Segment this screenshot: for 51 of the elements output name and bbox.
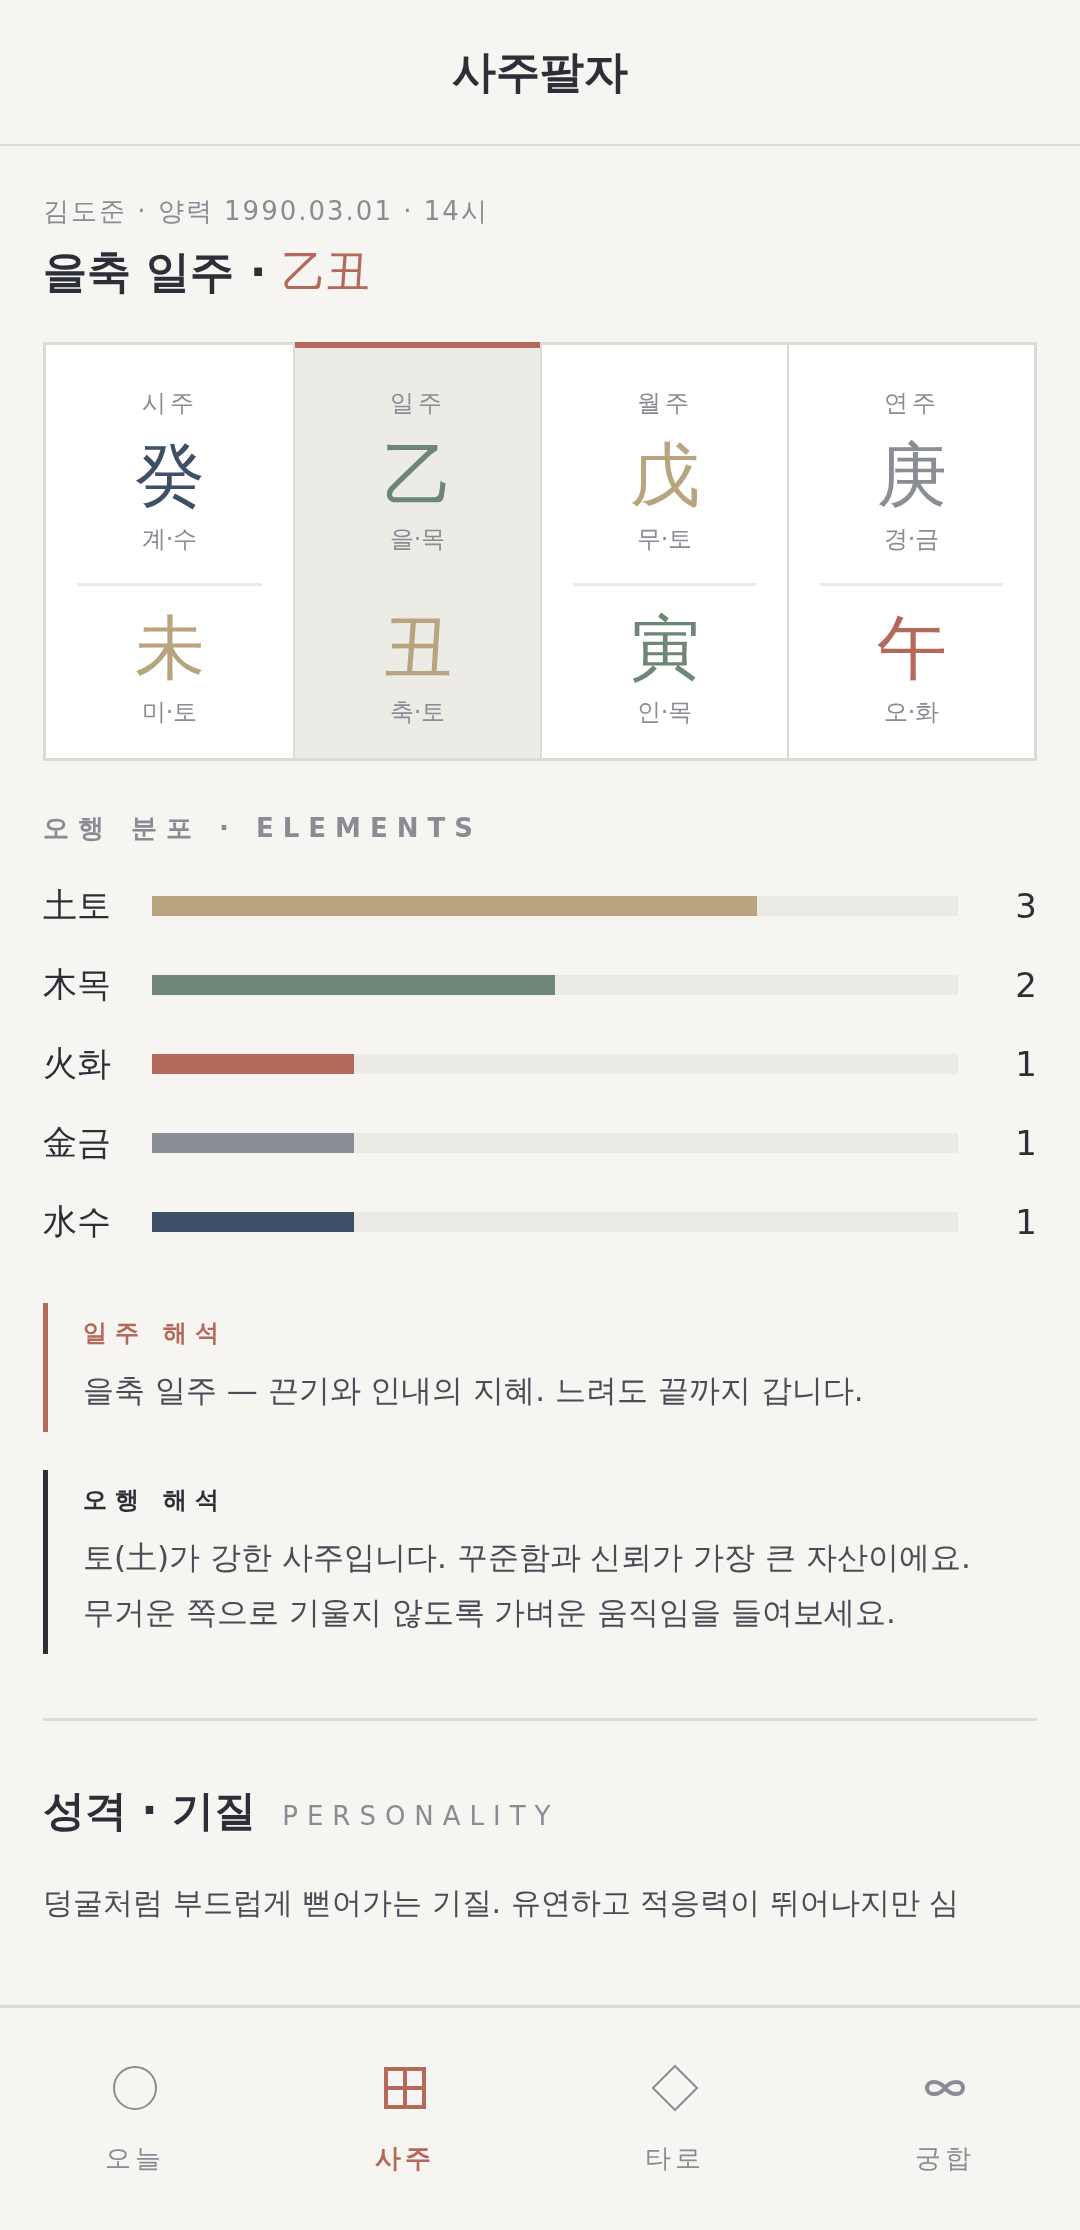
ilju-heading: 을축 일주 · 乙丑 (43, 245, 371, 299)
pillar-label: 월주 (636, 388, 693, 419)
element-name: 火화 (43, 1041, 112, 1085)
pillar-label: 시주 (141, 388, 198, 419)
hanja-character: 丑 (382, 614, 453, 684)
nav-tab[interactable]: 오늘 (0, 2008, 270, 2230)
circle-icon (110, 2063, 160, 2113)
element-name: 水수 (43, 1199, 112, 1243)
hanja-character: 未 (134, 614, 205, 684)
character-reading: 축·토 (389, 697, 446, 728)
pillar-column[interactable]: 시주 癸 계·수 未 미·토 (46, 345, 293, 758)
hanja-character: 庚 (876, 441, 947, 511)
profile-subtitle: 김도준 · 양력 1990.03.01 · 14시 (43, 195, 490, 228)
character-reading: 계·수 (141, 524, 198, 555)
element-count: 3 (1014, 885, 1037, 926)
nav-tab[interactable]: 궁합 (810, 2008, 1080, 2230)
personality-text: 덩굴처럼 부드럽게 뻗어가는 기질. 유연하고 적응력이 뛰어나지만 심 (43, 1884, 961, 1922)
element-name: 木목 (43, 962, 112, 1006)
diamond-icon (650, 2063, 700, 2113)
element-count: 1 (1014, 1043, 1037, 1084)
pillar-column[interactable]: 연주 庚 경·금 午 오·화 (787, 345, 1034, 758)
pillar-column[interactable]: 월주 戊 무·토 寅 인·목 (540, 345, 787, 758)
app-title: 사주팔자 (452, 44, 628, 99)
section-subtitle: PERSONALITY (282, 1801, 560, 1831)
section-label: 오행 분포 · ELEMENTS (43, 812, 483, 845)
hanja-character: 戊 (629, 441, 700, 511)
card-text: 을축 일주 — 끈기와 인내의 지혜. 느려도 끝까지 갑니다. (83, 1371, 865, 1410)
nav-tab[interactable]: 타로 (540, 2008, 810, 2230)
hanja-character: 癸 (134, 441, 205, 511)
nav-tab[interactable]: 사주 (270, 2008, 540, 2230)
character-reading: 경·금 (883, 524, 940, 555)
hanja-character: 午 (876, 614, 947, 684)
hanja-character: 寅 (629, 614, 700, 684)
hanja-character: 乙 (382, 441, 453, 511)
card-title: 오행 해석 (83, 1485, 229, 1516)
card-title: 일주 해석 (83, 1318, 229, 1349)
element-count: 2 (1014, 964, 1037, 1005)
character-reading: 무·토 (636, 524, 693, 555)
character-reading: 미·토 (141, 697, 198, 728)
section-title: 성격 · 기질 (43, 1785, 257, 1837)
pillar-label: 연주 (883, 388, 940, 419)
card-text: 토(土)가 강한 사주입니다. 꾸준함과 신뢰가 가장 큰 자산이에요. 무거운 쪽으로 기울지 않도록 가벼운 움직임을 들여보세요. (83, 1538, 972, 1632)
element-name: 土토 (43, 883, 112, 927)
pillar-column[interactable]: 일주 乙 을·목 丑 축·토 (293, 345, 540, 758)
pillar-label: 일주 (389, 388, 446, 419)
character-reading: 인·목 (636, 697, 693, 728)
element-name: 金금 (43, 1120, 112, 1164)
character-reading: 을·목 (389, 524, 446, 555)
character-reading: 오·화 (883, 697, 940, 728)
element-count: 1 (1014, 1201, 1037, 1242)
element-count: 1 (1014, 1122, 1037, 1163)
